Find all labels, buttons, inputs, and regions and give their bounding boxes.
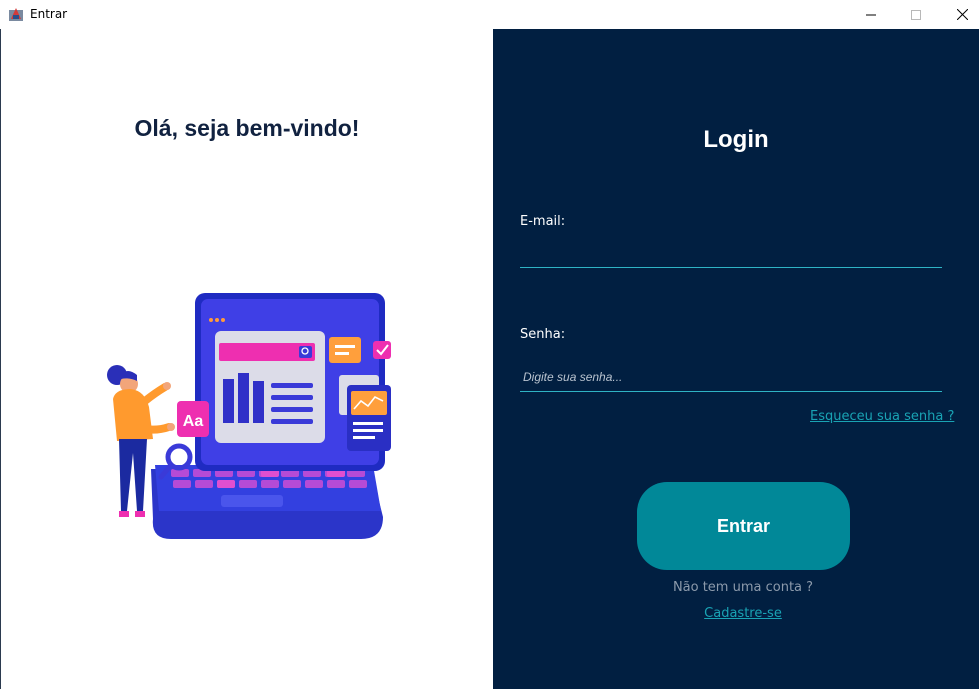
illustration-badge: Aa <box>183 413 204 430</box>
minimize-button[interactable] <box>848 0 894 29</box>
close-button[interactable] <box>939 0 979 29</box>
maximize-icon <box>911 9 921 20</box>
window-titlebar: Entrar <box>0 0 979 29</box>
minimize-icon <box>866 14 876 15</box>
email-field[interactable] <box>520 238 942 268</box>
no-account-text: Não tem uma conta ? <box>672 580 814 595</box>
forgot-password-link[interactable]: Esqueceu sua senha ? <box>810 409 954 424</box>
password-field[interactable] <box>520 362 942 392</box>
email-label: E-mail: <box>520 214 566 229</box>
password-label: Senha: <box>520 327 566 342</box>
laptop-illustration: Aa <box>107 293 391 539</box>
login-button[interactable]: Entrar <box>637 482 850 570</box>
window-title: Entrar <box>30 7 68 21</box>
maximize-button[interactable] <box>893 0 939 29</box>
login-panel: Login E-mail: Senha: Esqueceu sua senha … <box>493 29 979 689</box>
signup-link[interactable]: Cadastre-se <box>493 606 979 621</box>
login-title: Login <box>703 126 769 153</box>
close-icon <box>956 9 968 20</box>
app-icon <box>9 8 23 21</box>
welcome-heading: Olá, seja bem-vindo! <box>134 115 360 141</box>
welcome-panel: Olá, seja bem-vindo! Aa <box>1 29 493 689</box>
